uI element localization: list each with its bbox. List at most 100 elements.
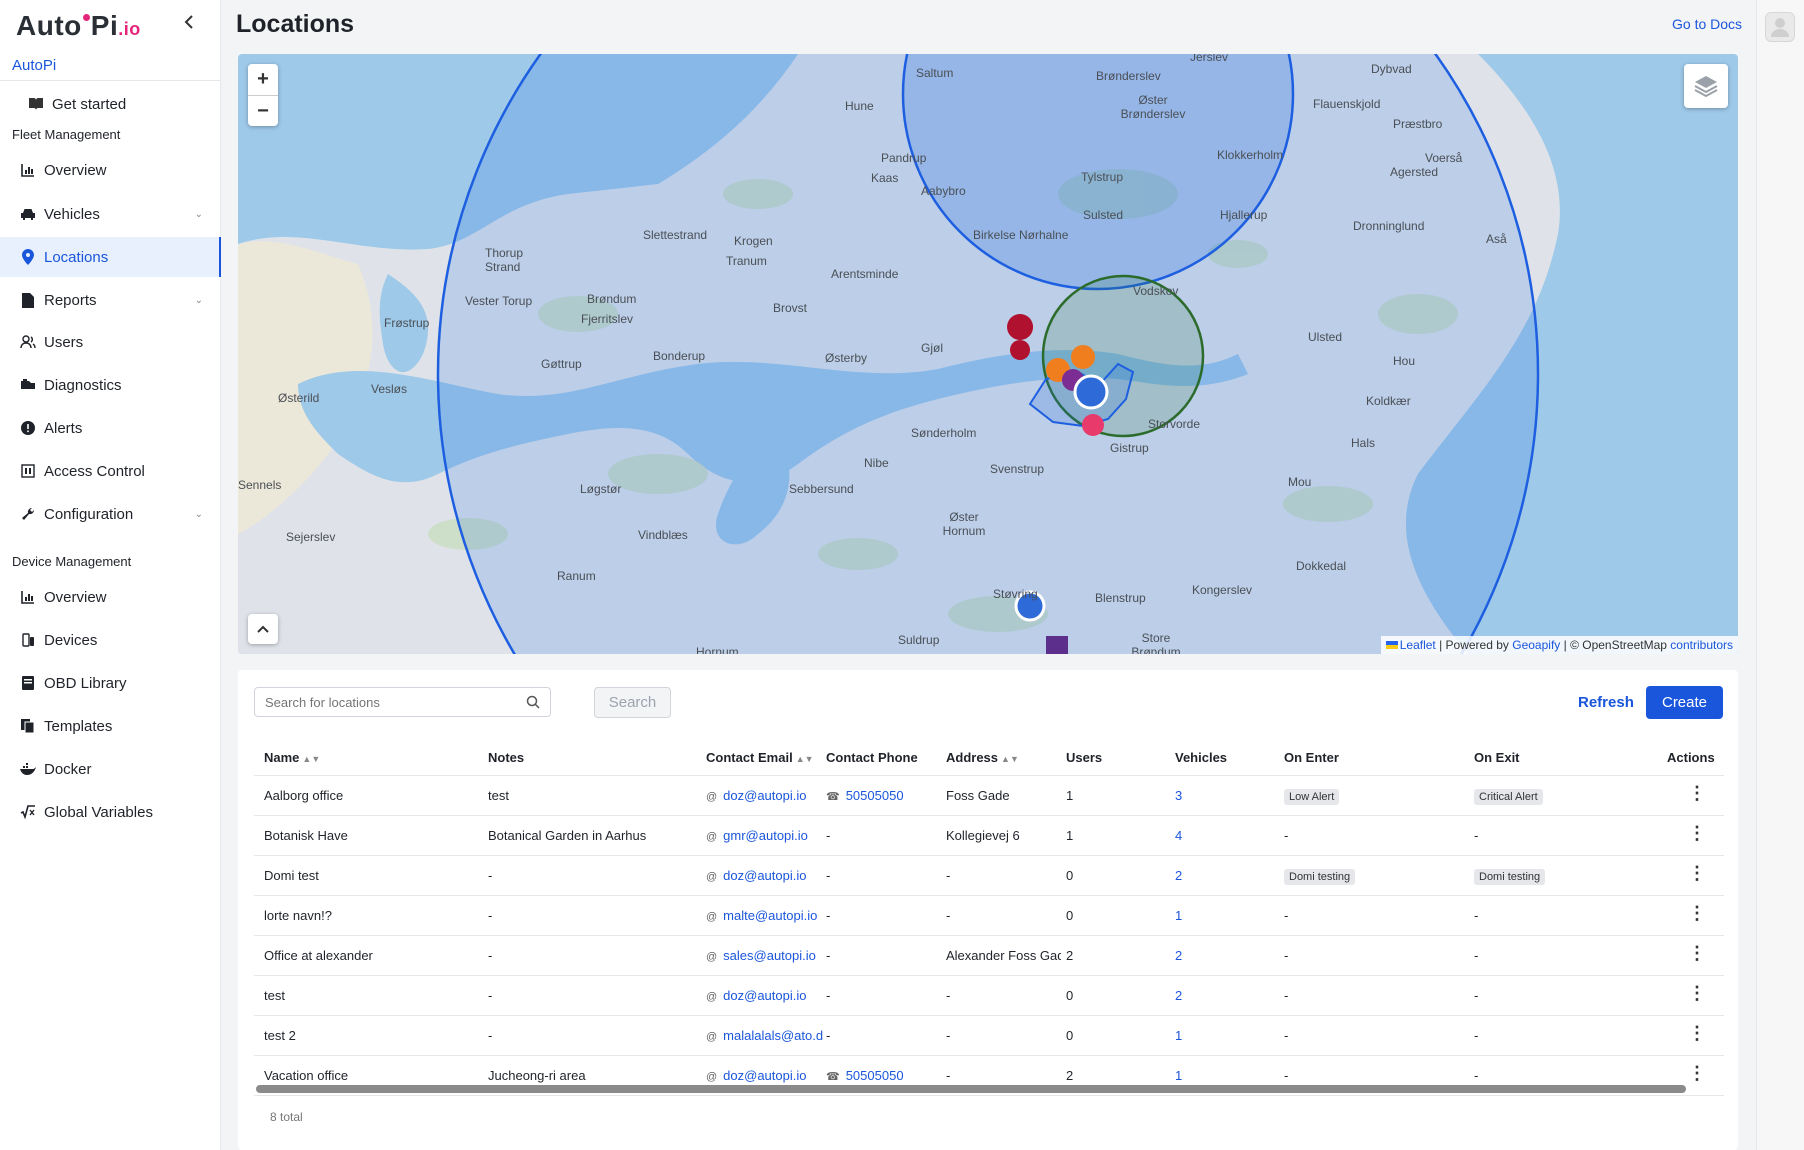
map-place-label: Ranum: [557, 569, 596, 583]
sidebar-item-obd-library[interactable]: OBD Library: [0, 663, 221, 703]
table-row[interactable]: lorte navn!? - @ malte@autopi.io - -0 1- - ⋮: [254, 896, 1724, 936]
sidebar-item-diagnostics[interactable]: Diagnostics: [0, 365, 221, 405]
go-to-docs-link[interactable]: Go to Docs: [1672, 16, 1742, 32]
cell-value: -: [1474, 1028, 1479, 1043]
sidebar-item-devices[interactable]: Devices: [0, 620, 221, 660]
cell-notes: -: [488, 1028, 698, 1043]
cell-value: 3: [1175, 788, 1183, 803]
contact-phone-link[interactable]: ☎ 50505050: [826, 1068, 941, 1083]
sidebar-item-device-overview[interactable]: Overview: [0, 577, 221, 617]
collapse-map-button[interactable]: [248, 614, 278, 644]
org-name[interactable]: AutoPi: [12, 57, 56, 74]
table-row[interactable]: Botanisk Have Botanical Garden in Aarhus @…: [254, 816, 1724, 856]
search-button[interactable]: Search: [594, 687, 671, 718]
column-header-name[interactable]: Name ▲▼: [264, 750, 320, 765]
column-header-on-enter: On Enter: [1284, 750, 1339, 765]
contact-email-link[interactable]: @ malalalals@ato.d: [706, 1028, 824, 1043]
cell-on-exit: -: [1474, 828, 1659, 843]
sidebar-item-configuration[interactable]: Configuration ⌄: [0, 494, 221, 534]
layers-button[interactable]: [1684, 64, 1728, 108]
search-input[interactable]: [255, 688, 505, 716]
row-actions-menu-icon[interactable]: ⋮: [1688, 1024, 1706, 1042]
table-row[interactable]: Aalborg office test @ doz@autopi.io ☎ 5050505…: [254, 776, 1724, 816]
row-actions-menu-icon[interactable]: ⋮: [1688, 944, 1706, 962]
sidebar-item-vehicles[interactable]: Vehicles ⌄: [0, 194, 221, 234]
cell-name: Domi test: [264, 868, 474, 883]
document-icon: [20, 292, 36, 308]
vehicles-count-link[interactable]: 2: [1175, 988, 1275, 1003]
search-field[interactable]: [254, 687, 551, 717]
table-row[interactable]: Domi test - @ doz@autopi.io - - 0 2 Domi testing…: [254, 856, 1724, 896]
contact-email-link[interactable]: @ doz@autopi.io: [706, 788, 824, 803]
cell-notes: -: [488, 948, 698, 963]
row-actions-menu-icon[interactable]: ⋮: [1688, 824, 1706, 842]
sidebar-item-locations[interactable]: Locations: [0, 237, 221, 277]
row-actions-menu-icon[interactable]: ⋮: [1688, 1064, 1706, 1082]
cell-on-exit: -: [1474, 908, 1659, 923]
contact-email-link[interactable]: @ doz@autopi.io: [706, 1068, 824, 1083]
row-actions-menu-icon[interactable]: ⋮: [1688, 984, 1706, 1002]
sidebar-item-templates[interactable]: Templates: [0, 706, 221, 746]
row-actions-menu-icon[interactable]: ⋮: [1688, 904, 1706, 922]
avatar[interactable]: [1765, 12, 1795, 42]
contact-email-link[interactable]: @ doz@autopi.io: [706, 868, 824, 883]
vehicles-count-link[interactable]: 1: [1175, 1068, 1275, 1083]
map-place-label: Brønderslev: [1096, 69, 1161, 83]
vehicles-count-link[interactable]: 3: [1175, 788, 1275, 803]
cell-value: -: [826, 868, 831, 883]
sidebar-item-access-control[interactable]: Access Control: [0, 451, 221, 491]
map-place-label: Mou: [1288, 475, 1312, 489]
zoom-out-button[interactable]: −: [248, 95, 278, 126]
cell-value: Jucheong-ri area: [488, 1068, 586, 1083]
map-place-label: Svenstrup: [990, 462, 1045, 476]
users-icon: [20, 334, 36, 350]
vehicles-count-link[interactable]: 2: [1175, 948, 1275, 963]
cell-value: 0: [1066, 908, 1074, 923]
map-place-label: Vindblæs: [638, 528, 688, 542]
column-header-address[interactable]: Address ▲▼: [946, 750, 1019, 765]
map-place-label: Fjerritslev: [581, 312, 634, 326]
cell-value: -: [826, 828, 831, 843]
refresh-button[interactable]: Refresh: [1578, 694, 1634, 711]
vehicles-count-link[interactable]: 1: [1175, 908, 1275, 923]
sidebar-item-reports[interactable]: Reports ⌄: [0, 280, 221, 320]
contact-email-link[interactable]: @ sales@autopi.io: [706, 948, 824, 963]
sidebar-item-global-variables[interactable]: Global Variables: [0, 792, 221, 832]
row-actions-menu-icon[interactable]: ⋮: [1688, 864, 1706, 882]
locations-map[interactable]: Saltum Jerslev Dybvad Brønderslev Øster …: [238, 54, 1738, 654]
zoom-in-button[interactable]: +: [248, 64, 278, 95]
sidebar-item-get-started[interactable]: Get started: [0, 84, 221, 124]
column-header-contact-email[interactable]: Contact Email ▲▼: [706, 750, 814, 765]
geoapify-link[interactable]: Geoapify: [1512, 638, 1560, 652]
map-place-label: Brovst: [773, 301, 808, 315]
collapse-sidebar-icon[interactable]: [183, 14, 199, 34]
horizontal-scrollbar[interactable]: [256, 1085, 1686, 1093]
cell-value: -: [488, 948, 493, 963]
sidebar-item-docker[interactable]: Docker: [0, 749, 221, 789]
vehicles-count-link[interactable]: 2: [1175, 868, 1275, 883]
leaflet-link[interactable]: Leaflet: [1400, 638, 1436, 652]
autopi-logo[interactable]: Auto Pi.io: [16, 10, 141, 42]
vehicles-count-link[interactable]: 1: [1175, 1028, 1275, 1043]
contributors-link[interactable]: contributors: [1670, 638, 1733, 652]
column-header-actions: Actions: [1667, 750, 1715, 765]
cell-address: -: [946, 988, 1061, 1003]
sidebar-item-label: Get started: [52, 95, 127, 113]
table-row[interactable]: Office at alexander - @ sales@autopi.io - Ale…: [254, 936, 1724, 976]
wrench-icon: [20, 506, 36, 522]
sidebar-item-alerts[interactable]: Alerts: [0, 408, 221, 448]
map-place-label: Sennels: [238, 478, 282, 492]
row-actions-menu-icon[interactable]: ⋮: [1688, 784, 1706, 802]
cell-value: -: [1284, 1068, 1289, 1083]
vehicles-count-link[interactable]: 4: [1175, 828, 1275, 843]
cell-address: -: [946, 868, 1061, 883]
contact-phone-link[interactable]: ☎ 50505050: [826, 788, 941, 803]
table-row[interactable]: test 2- @ malalalals@ato.d - -0 1- - ⋮: [254, 1016, 1724, 1056]
sidebar-item-users[interactable]: Users: [0, 322, 221, 362]
table-row[interactable]: test - @ doz@autopi.io - - 0 2 - - ⋮: [254, 976, 1724, 1016]
contact-email-link[interactable]: @ malte@autopi.io: [706, 908, 824, 923]
contact-email-link[interactable]: @ gmr@autopi.io: [706, 828, 824, 843]
create-button[interactable]: Create: [1646, 686, 1723, 719]
contact-email-link[interactable]: @ doz@autopi.io: [706, 988, 824, 1003]
sidebar-item-fleet-overview[interactable]: Overview: [0, 150, 221, 190]
